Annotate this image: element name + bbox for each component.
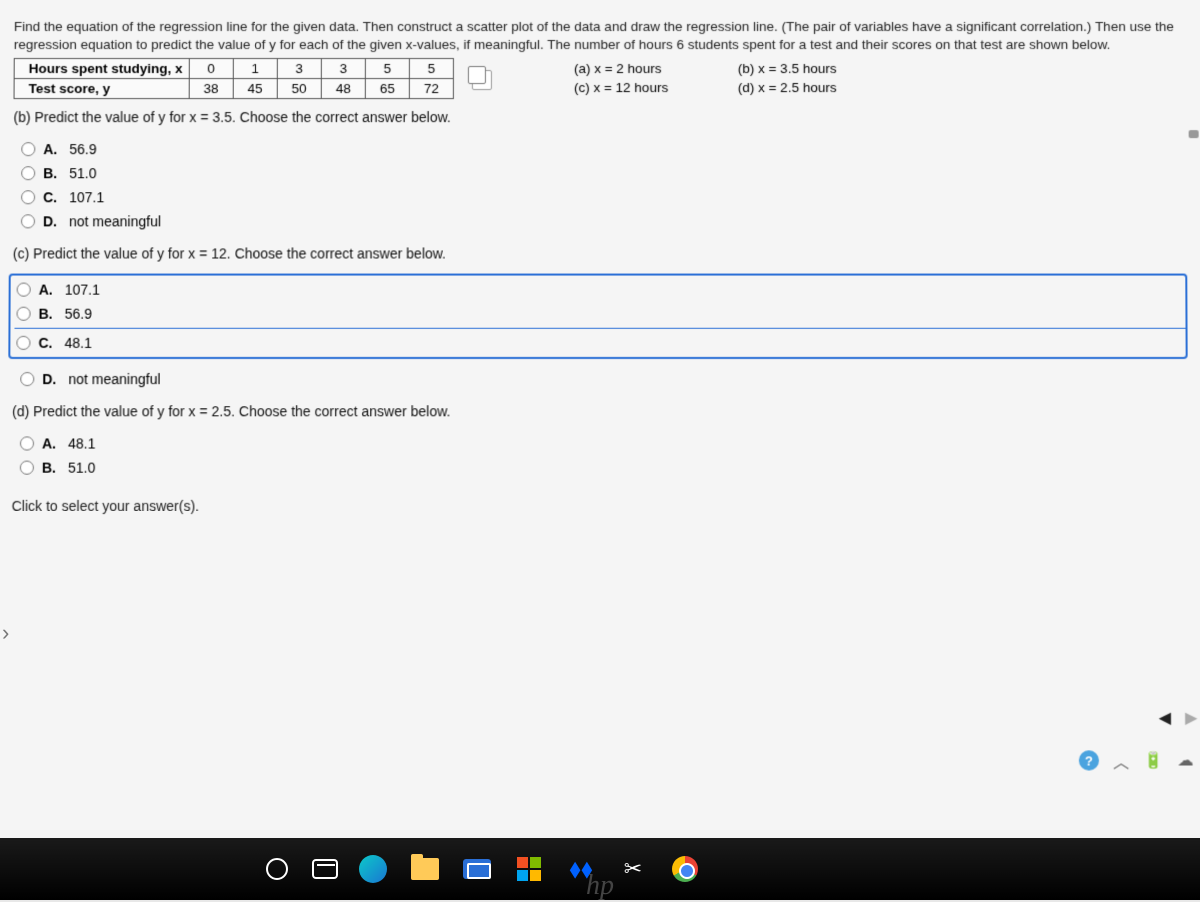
row-label-y: Test score, y bbox=[14, 79, 189, 99]
hp-logo: hp bbox=[586, 870, 614, 902]
radio-c-a[interactable] bbox=[17, 283, 31, 297]
radio-c-d[interactable] bbox=[20, 372, 34, 386]
option-c-d[interactable]: D. not meaningful bbox=[18, 367, 1188, 391]
scrollbar-thumb[interactable] bbox=[1189, 130, 1199, 138]
file-explorer-icon[interactable] bbox=[408, 852, 442, 886]
radio-b-c[interactable] bbox=[21, 191, 35, 205]
cloud-icon[interactable]: ☁ bbox=[1177, 750, 1193, 770]
chrome-browser-icon[interactable] bbox=[668, 852, 702, 886]
options-b: A. 56.9 B. 51.0 C. 107.1 D. not meaningf… bbox=[13, 138, 1187, 234]
option-d-a[interactable]: A. 48.1 bbox=[18, 432, 1188, 456]
problem-intro: Find the equation of the regression line… bbox=[14, 18, 1187, 54]
footer-instruction: Click to select your answer(s). bbox=[12, 498, 1189, 514]
snip-tool-icon[interactable]: ✂ bbox=[616, 852, 650, 886]
copy-table-icon[interactable] bbox=[468, 66, 486, 84]
options-d: A. 48.1 B. 51.0 bbox=[12, 432, 1188, 480]
mail-app-icon[interactable] bbox=[460, 852, 494, 886]
option-b-d[interactable]: D. not meaningful bbox=[19, 210, 1187, 234]
battery-icon[interactable]: 🔋 bbox=[1143, 750, 1163, 770]
prev-page-icon[interactable]: ◀ bbox=[1154, 704, 1175, 732]
question-panel: Find the equation of the regression line… bbox=[0, 0, 1200, 843]
data-table: Hours spent studying, x 0 1 3 3 5 5 Test… bbox=[14, 58, 454, 99]
radio-d-b[interactable] bbox=[20, 461, 34, 475]
option-c-b[interactable]: B. 56.9 bbox=[14, 302, 1185, 326]
option-c-a[interactable]: A. 107.1 bbox=[15, 278, 1186, 302]
question-c: (c) Predict the value of y for x = 12. C… bbox=[13, 246, 1187, 262]
options-c-highlighted: A. 107.1 B. 56.9 C. 48.1 bbox=[8, 274, 1187, 359]
task-view-icon[interactable] bbox=[312, 859, 338, 879]
radio-c-c[interactable] bbox=[16, 336, 30, 350]
chevron-up-icon[interactable]: ︿ bbox=[1113, 748, 1129, 772]
radio-c-b[interactable] bbox=[17, 307, 31, 321]
start-button[interactable] bbox=[260, 852, 294, 886]
option-c-c[interactable]: C. 48.1 bbox=[14, 328, 1185, 355]
radio-d-a[interactable] bbox=[20, 437, 34, 451]
browser-nav-arrow[interactable]: › bbox=[2, 620, 9, 646]
page-nav: ◀ ▶ bbox=[1154, 704, 1200, 732]
next-page-icon[interactable]: ▶ bbox=[1181, 704, 1200, 732]
options-c-rest: D. not meaningful bbox=[12, 367, 1188, 391]
system-tray: ? ︿ 🔋 ☁ bbox=[1079, 748, 1194, 772]
microsoft-store-icon[interactable] bbox=[512, 852, 546, 886]
help-icon[interactable]: ? bbox=[1079, 750, 1099, 770]
edge-browser-icon[interactable] bbox=[356, 852, 390, 886]
option-d-b[interactable]: B. 51.0 bbox=[18, 456, 1188, 480]
data-and-conditions: Hours spent studying, x 0 1 3 3 5 5 Test… bbox=[14, 58, 1187, 99]
radio-b-d[interactable] bbox=[21, 215, 35, 229]
option-b-c[interactable]: C. 107.1 bbox=[19, 186, 1187, 210]
question-b: (b) Predict the value of y for x = 3.5. … bbox=[13, 110, 1186, 126]
row-label-x: Hours spent studying, x bbox=[14, 59, 189, 79]
x-value-conditions: (a) x = 2 hours (b) x = 3.5 hours (c) x … bbox=[574, 60, 898, 98]
radio-b-b[interactable] bbox=[21, 167, 35, 181]
radio-b-a[interactable] bbox=[21, 143, 35, 157]
question-d: (d) Predict the value of y for x = 2.5. … bbox=[12, 404, 1188, 420]
option-b-a[interactable]: A. 56.9 bbox=[19, 138, 1186, 162]
option-b-b[interactable]: B. 51.0 bbox=[19, 162, 1187, 186]
